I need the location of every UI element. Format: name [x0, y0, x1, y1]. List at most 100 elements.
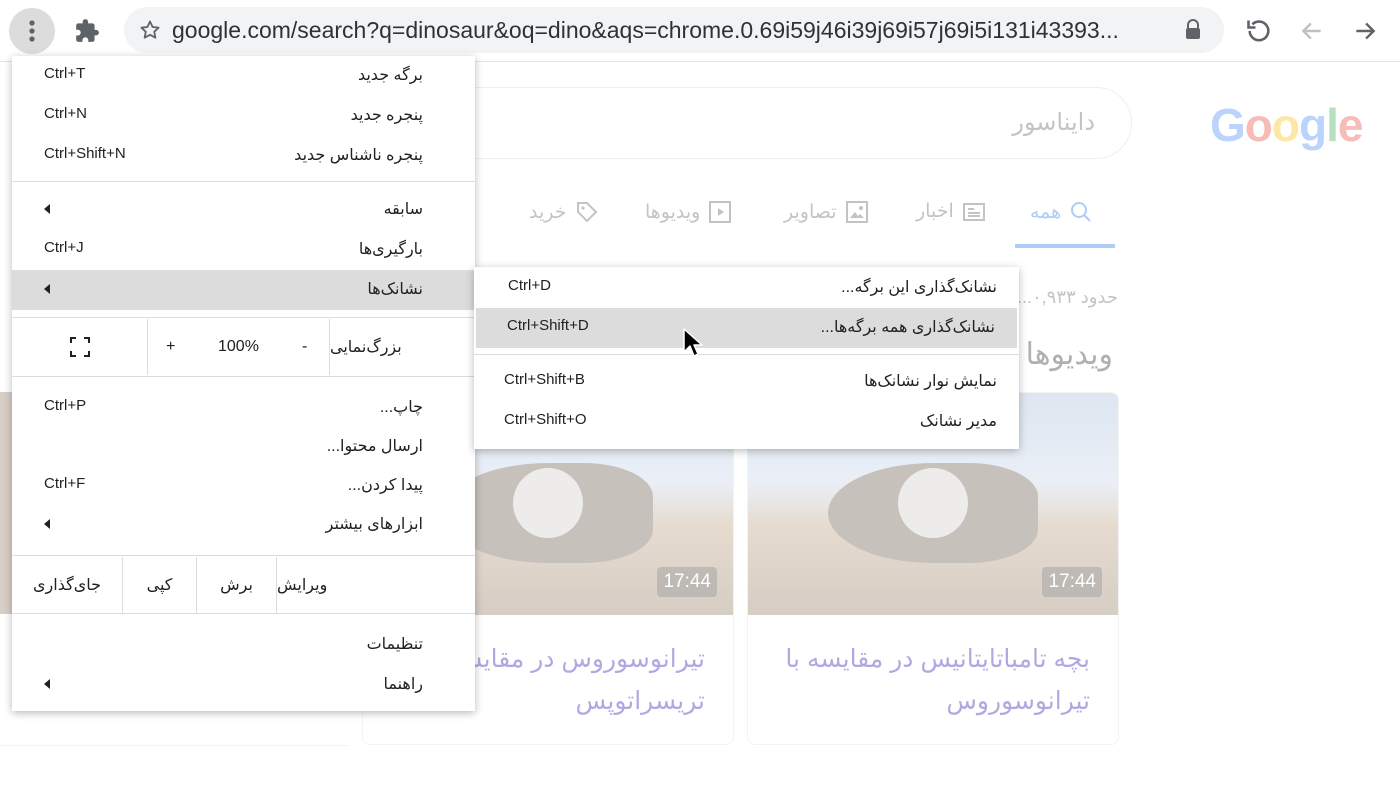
- submenu-item-shortcut: Ctrl+Shift+D: [507, 317, 589, 334]
- extensions-button[interactable]: [64, 8, 110, 54]
- copy-button[interactable]: کپی: [122, 557, 196, 613]
- zoom-in-button[interactable]: +: [166, 338, 175, 356]
- submenu-item-shortcut: Ctrl+Shift+B: [504, 371, 585, 388]
- menu-item-label: سابقه: [383, 201, 423, 218]
- search-icon: [1071, 202, 1091, 222]
- reload-icon: [1247, 20, 1270, 42]
- zoom-label: بزرگ‌نمایی: [330, 339, 402, 356]
- zoom-level: 100%: [218, 338, 259, 355]
- menu-item-bookmarks[interactable]: نشانک‌ها: [12, 270, 475, 310]
- submenu-item-label: مدیر نشانک: [919, 413, 997, 430]
- google-logo[interactable]: Google: [1210, 98, 1364, 152]
- menu-divider: [12, 376, 475, 377]
- logo-letter: g: [1299, 99, 1327, 151]
- menu-item-label: تنظیمات: [366, 636, 423, 653]
- submenu-arrow-icon: [44, 519, 50, 529]
- menu-item-downloads[interactable]: بارگیری‌ها Ctrl+J: [12, 230, 475, 270]
- submenu-item-label: نشانک‌گذاری این برگه...: [841, 279, 997, 296]
- tab-all[interactable]: همه: [1030, 200, 1093, 224]
- arrow-left-icon: [1301, 22, 1321, 40]
- bookmarks-submenu: نشانک‌گذاری این برگه... Ctrl+D نشانک‌گذا…: [474, 267, 1019, 449]
- browser-menu-button[interactable]: [9, 8, 55, 54]
- edit-label: ویرایش: [277, 577, 328, 594]
- divider: [0, 745, 348, 746]
- star-icon[interactable]: [138, 18, 162, 42]
- video-title[interactable]: بچه تامباتایتانیس در مقایسه با تیرانوسور…: [770, 638, 1090, 722]
- tab-news[interactable]: اخبار: [916, 200, 986, 223]
- logo-letter: e: [1337, 99, 1364, 151]
- menu-item-new-tab[interactable]: برگه جدید Ctrl+T: [12, 56, 475, 96]
- menu-item-cast[interactable]: ارسال محتوا...: [12, 427, 475, 467]
- fullscreen-button[interactable]: [12, 319, 147, 375]
- tab-videos[interactable]: ویدیوها: [645, 200, 732, 224]
- cut-button[interactable]: برش: [196, 557, 277, 613]
- menu-divider: [12, 555, 475, 556]
- paste-button[interactable]: جای‌گذاری: [12, 557, 122, 613]
- partial-video-thumbnail[interactable]: [0, 392, 12, 614]
- menu-item-label: بارگیری‌ها: [358, 241, 423, 258]
- forward-button[interactable]: [1342, 8, 1388, 54]
- menu-item-print[interactable]: چاپ... Ctrl+P: [12, 388, 475, 428]
- tab-videos-label: ویدیوها: [645, 201, 701, 223]
- submenu-arrow-icon: [44, 679, 50, 689]
- menu-item-new-incognito[interactable]: پنجره ناشناس جدید Ctrl+Shift+N: [12, 136, 475, 176]
- submenu-arrow-icon: [44, 284, 50, 294]
- submenu-item-bookmark-all[interactable]: نشانک‌گذاری همه برگه‌ها... Ctrl+Shift+D: [476, 308, 1017, 348]
- submenu-item-label: نمایش نوار نشانک‌ها: [864, 373, 997, 390]
- search-query[interactable]: دایناسور: [1012, 108, 1095, 137]
- reload-button[interactable]: [1236, 8, 1282, 54]
- menu-item-shortcut: Ctrl+P: [44, 397, 87, 414]
- menu-item-shortcut: Ctrl+Shift+N: [44, 145, 126, 162]
- menu-item-settings[interactable]: تنظیمات: [12, 625, 475, 665]
- menu-item-new-window[interactable]: پنجره جدید Ctrl+N: [12, 96, 475, 136]
- submenu-item-bookmark-manager[interactable]: مدیر نشانک Ctrl+Shift+O: [474, 402, 1019, 442]
- zoom-out-button[interactable]: -: [302, 338, 307, 356]
- menu-item-find[interactable]: پیدا کردن... Ctrl+F: [12, 466, 475, 506]
- logo-letter: o: [1271, 99, 1300, 151]
- lock-icon[interactable]: [1184, 18, 1202, 42]
- back-button[interactable]: [1289, 8, 1335, 54]
- newspaper-icon: [962, 202, 985, 221]
- search-tabs: همه اخبار تصاویر ویدیوها خرید: [480, 192, 1120, 252]
- submenu-item-show-bookmarks-bar[interactable]: نمایش نوار نشانک‌ها Ctrl+Shift+B: [474, 362, 1019, 402]
- menu-item-label: راهنما: [383, 676, 423, 693]
- video-icon: [709, 201, 732, 223]
- browser-menu: برگه جدید Ctrl+T پنجره جدید Ctrl+N پنجره…: [12, 56, 475, 711]
- menu-item-shortcut: Ctrl+J: [44, 239, 84, 256]
- menu-divider: [12, 613, 475, 614]
- menu-item-label: پنجره جدید: [350, 107, 423, 124]
- play-icon[interactable]: [898, 468, 968, 538]
- menu-item-label: نشانک‌ها: [367, 281, 423, 298]
- submenu-item-label: نشانک‌گذاری همه برگه‌ها...: [820, 319, 995, 336]
- tab-images[interactable]: تصاویر: [784, 200, 869, 224]
- fullscreen-icon: [69, 337, 90, 357]
- tab-all-label: همه: [1030, 201, 1062, 223]
- menu-item-label: ارسال محتوا...: [326, 438, 423, 455]
- menu-item-shortcut: Ctrl+F: [44, 475, 86, 492]
- puzzle-icon: [76, 19, 99, 42]
- edit-row: ویرایش برش کپی جای‌گذاری: [12, 557, 475, 613]
- tag-icon: [576, 202, 597, 223]
- menu-item-label: پنجره ناشناس جدید: [294, 147, 423, 164]
- arrow-right-icon: [1356, 22, 1376, 40]
- tab-shopping[interactable]: خرید: [529, 200, 599, 224]
- zoom-controls: + 100% -: [147, 319, 330, 375]
- zoom-row: بزرگ‌نمایی + 100% -: [12, 319, 475, 375]
- play-icon[interactable]: [513, 468, 583, 538]
- submenu-arrow-icon: [44, 204, 50, 214]
- url-text[interactable]: google.com/search?q=dinosaur&oq=dino&aqs…: [172, 17, 1172, 44]
- menu-item-more-tools[interactable]: ابزارهای بیشتر: [12, 505, 475, 545]
- menu-item-label: برگه جدید: [357, 67, 423, 84]
- submenu-item-bookmark-tab[interactable]: نشانک‌گذاری این برگه... Ctrl+D: [474, 268, 1019, 308]
- menu-item-help[interactable]: راهنما: [12, 665, 475, 705]
- active-tab-indicator: [1015, 244, 1115, 248]
- menu-item-label: ابزارهای بیشتر: [325, 516, 423, 533]
- address-bar[interactable]: google.com/search?q=dinosaur&oq=dino&aqs…: [124, 7, 1224, 53]
- menu-item-history[interactable]: سابقه: [12, 190, 475, 230]
- menu-item-label: چاپ...: [379, 399, 423, 416]
- menu-item-shortcut: Ctrl+N: [44, 105, 87, 122]
- mouse-cursor-icon: [683, 328, 703, 357]
- image-icon: [845, 201, 868, 223]
- menu-divider: [12, 181, 475, 182]
- menu-divider: [12, 317, 475, 318]
